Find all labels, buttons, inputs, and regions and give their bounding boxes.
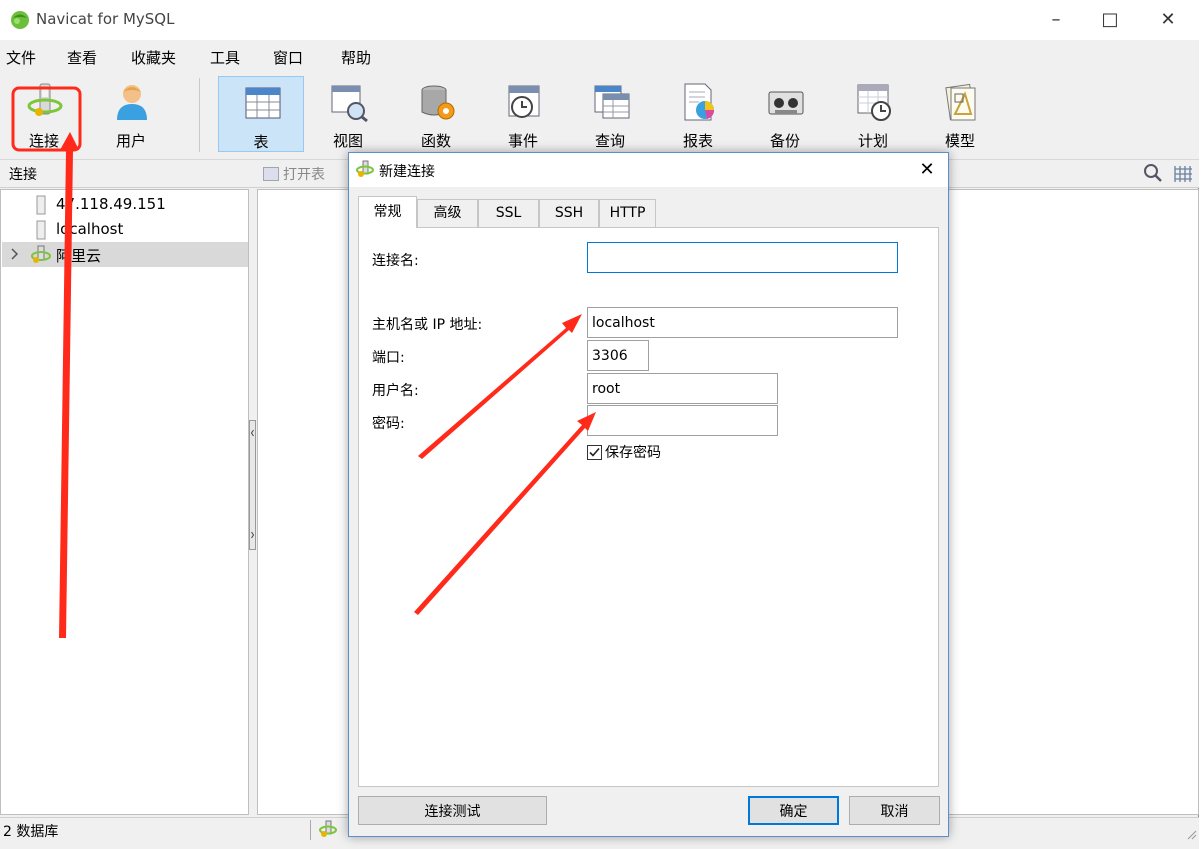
chevron-right-icon[interactable] (10, 248, 20, 260)
toolbar-label: 连接 (28, 132, 59, 150)
status-separator (310, 820, 311, 840)
tree-item-connection[interactable]: localhost (2, 217, 248, 242)
menu-window[interactable]: 窗口 (273, 47, 303, 68)
toolbar-label: 用户 (115, 132, 146, 150)
connection-tree: 47.118.49.151 localhost 阿里云 (0, 189, 249, 815)
toolbar-model-button[interactable]: 模型 (917, 76, 1003, 152)
checkbox-checked-icon[interactable] (587, 445, 602, 460)
menu-tools[interactable]: 工具 (210, 47, 240, 68)
password-input[interactable] (587, 405, 778, 436)
resize-grip-icon[interactable] (1185, 828, 1197, 840)
toolbar-label: 事件 (507, 132, 538, 150)
toolbar-schedule-button[interactable]: 计划 (830, 76, 916, 152)
save-password-label: 保存密码 (605, 445, 661, 461)
tab-general[interactable]: 常规 (358, 196, 417, 228)
cancel-button[interactable]: 取消 (849, 796, 940, 825)
menu-help[interactable]: 帮助 (341, 47, 371, 68)
database-count: 2 数据库 (3, 824, 59, 840)
schedule-icon (857, 84, 891, 121)
table-icon (245, 87, 281, 119)
host-label: 主机名或 IP 地址: (372, 317, 483, 333)
toolbar-connection-button[interactable]: 连接 (1, 76, 87, 152)
tab-advanced[interactable]: 高级 (417, 199, 478, 227)
connection-name-input[interactable] (587, 242, 898, 273)
open-table-icon (263, 167, 279, 181)
dialog-close-icon[interactable]: ✕ (915, 159, 939, 180)
search-icon[interactable] (1142, 162, 1164, 184)
toolbar-view-button[interactable]: 视图 (305, 76, 391, 152)
toolbar-label: 模型 (944, 132, 975, 150)
open-table-button[interactable]: 打开表 (263, 164, 325, 184)
function-icon (421, 85, 455, 120)
report-icon (684, 83, 715, 121)
connection-plug-icon (31, 245, 51, 263)
toolbar-label: 表 (253, 133, 269, 151)
event-icon (508, 85, 540, 118)
toolbar-label: 计划 (857, 132, 888, 150)
backup-icon (768, 91, 804, 115)
toolbar-separator (199, 78, 200, 152)
tree-item-connection[interactable]: 阿里云 (2, 242, 248, 267)
server-icon (36, 195, 46, 215)
general-tab-panel: 连接名: 主机名或 IP 地址: 端口: 用户名: 密码: 保存密码 (358, 227, 939, 787)
title-bar: Navicat for MySQL – □ ✕ (0, 0, 1199, 40)
username-input[interactable] (587, 373, 778, 404)
toolbar-event-button[interactable]: 事件 (480, 76, 566, 152)
tab-ssh[interactable]: SSH (539, 199, 599, 227)
ok-button[interactable]: 确定 (748, 796, 839, 825)
port-input[interactable] (587, 340, 649, 371)
tree-item-label: 阿里云 (56, 247, 102, 265)
connection-name-label: 连接名: (372, 253, 419, 269)
maximize-button[interactable]: □ (1090, 6, 1130, 34)
toolbar-label: 视图 (332, 132, 363, 150)
tab-http[interactable]: HTTP (599, 199, 656, 227)
navicat-logo-icon (11, 11, 29, 29)
dialog-title: 新建连接 (379, 164, 435, 180)
menu-favorites[interactable]: 收藏夹 (131, 47, 176, 68)
new-connection-dialog: 新建连接 ✕ 常规 高级 SSL SSH HTTP 连接名: 主机名或 IP 地… (348, 152, 949, 837)
toolbar-table-button[interactable]: 表 (218, 76, 304, 152)
user-icon (117, 85, 147, 120)
open-table-label: 打开表 (283, 167, 325, 183)
toolbar-label: 查询 (594, 132, 625, 150)
query-icon (594, 85, 630, 119)
toolbar-label: 函数 (420, 132, 451, 150)
tree-item-label: 47.118.49.151 (56, 195, 166, 213)
toolbar-backup-button[interactable]: 备份 (742, 76, 828, 152)
toolbar-user-button[interactable]: 用户 (88, 76, 174, 152)
tree-item-connection[interactable]: 47.118.49.151 (2, 192, 248, 217)
save-password-checkbox[interactable]: 保存密码 (587, 442, 661, 462)
toolbar-function-button[interactable]: 函数 (393, 76, 479, 152)
password-label: 密码: (372, 416, 405, 432)
toolbar-query-button[interactable]: 查询 (567, 76, 653, 152)
close-button[interactable]: ✕ (1148, 6, 1188, 34)
toolbar: 连接 用户 表 视图 函数 事件 查询 报表 备份 计划 模型 (0, 72, 1199, 160)
toolbar-label: 报表 (682, 132, 713, 150)
grid-view-icon[interactable] (1172, 163, 1194, 185)
dialog-title-bar: 新建连接 ✕ (349, 153, 948, 187)
toolbar-report-button[interactable]: 报表 (655, 76, 741, 152)
tree-item-label: localhost (56, 220, 124, 238)
window-title: Navicat for MySQL (36, 10, 175, 28)
connection-icon (27, 83, 63, 116)
username-label: 用户名: (372, 383, 419, 399)
view-icon (331, 85, 368, 122)
test-connection-button[interactable]: 连接测试 (358, 796, 547, 825)
host-input[interactable] (587, 307, 898, 338)
connection-pane-title: 连接 (9, 167, 37, 183)
minimize-button[interactable]: – (1036, 6, 1076, 34)
toolbar-label: 备份 (769, 132, 800, 150)
menu-bar: 文件 查看 收藏夹 工具 窗口 帮助 (0, 40, 1199, 72)
connection-plug-icon (356, 160, 374, 177)
model-icon (945, 83, 976, 121)
server-icon (36, 220, 46, 240)
tab-ssl[interactable]: SSL (478, 199, 539, 227)
splitter-handle[interactable] (249, 420, 256, 550)
connection-plug-icon (319, 820, 337, 837)
menu-file[interactable]: 文件 (6, 47, 36, 68)
menu-view[interactable]: 查看 (67, 47, 97, 68)
port-label: 端口: (372, 350, 405, 366)
